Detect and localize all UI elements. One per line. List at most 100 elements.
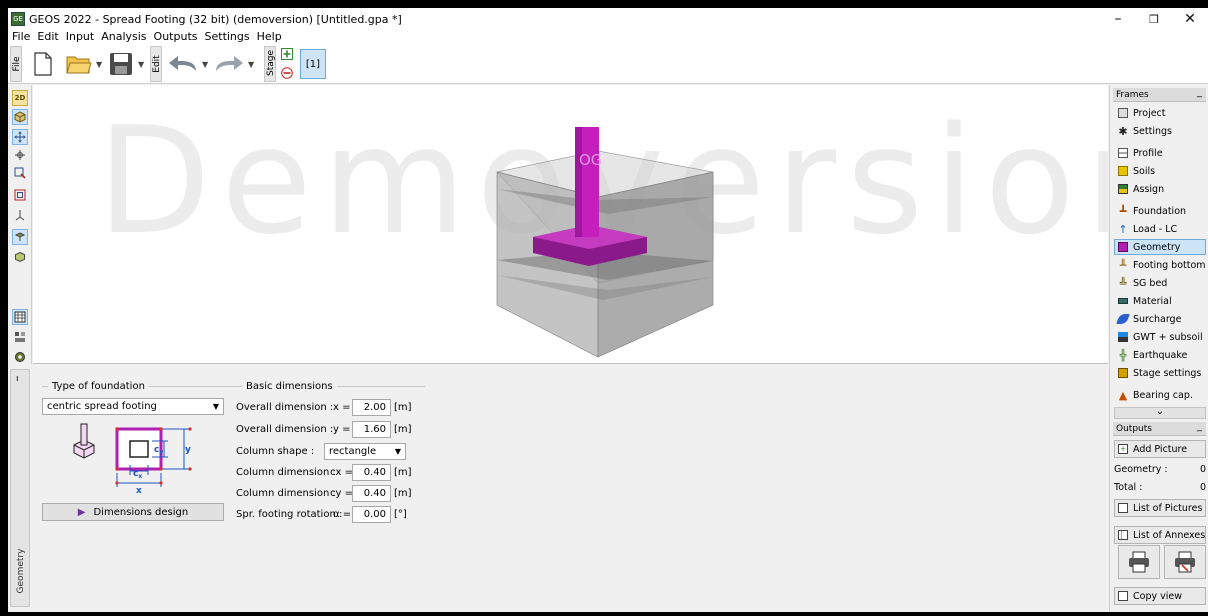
redo-dropdown-arrow-icon[interactable]: ▼ bbox=[248, 60, 254, 69]
undo-dropdown-arrow-icon[interactable]: ▼ bbox=[202, 60, 208, 69]
add-picture-button[interactable]: + Add Picture bbox=[1114, 440, 1206, 458]
zoom-extents-button[interactable] bbox=[12, 187, 28, 203]
frame-stage-settings[interactable]: Stage settings bbox=[1114, 365, 1206, 381]
frame-footing-bottom[interactable]: ╨ Footing bottom bbox=[1114, 257, 1206, 273]
redo-button[interactable] bbox=[214, 52, 244, 76]
zoom-window-button[interactable] bbox=[12, 165, 28, 181]
frame-bearing-cap-label: Bearing cap. bbox=[1133, 389, 1193, 401]
frames-minimize-button[interactable]: _ bbox=[1197, 86, 1202, 100]
print-to-file-button[interactable] bbox=[1164, 545, 1206, 579]
footing-rotation-unit: [°] bbox=[394, 509, 407, 520]
view-tools-strip: 2D bbox=[8, 85, 32, 364]
open-file-button[interactable] bbox=[66, 50, 92, 78]
open-dropdown-arrow-icon[interactable]: ▼ bbox=[96, 60, 102, 69]
printer-icon bbox=[1129, 551, 1149, 573]
column-shape-select[interactable]: rectangle ▼ bbox=[324, 443, 406, 460]
frame-profile[interactable]: Profile bbox=[1114, 145, 1206, 161]
rotate-view-button[interactable] bbox=[12, 147, 28, 163]
frame-gwt-subsoil[interactable]: GWT + subsoil bbox=[1114, 329, 1206, 345]
frame-project[interactable]: Project bbox=[1114, 105, 1206, 121]
styles-button[interactable] bbox=[12, 329, 28, 345]
footing-rotation-input[interactable]: 0.00 bbox=[352, 506, 391, 523]
frames-scroll-down-button[interactable]: ⌄ bbox=[1114, 407, 1206, 419]
view-3d-button[interactable] bbox=[12, 109, 28, 125]
foundation-type-value: centric spread footing bbox=[47, 401, 157, 412]
new-file-button[interactable] bbox=[32, 50, 54, 78]
list-of-pictures-button[interactable]: List of Pictures bbox=[1114, 499, 1206, 517]
geometry-side-tab[interactable]: ı Geometry bbox=[10, 369, 30, 607]
frame-soils[interactable]: Soils bbox=[1114, 163, 1206, 179]
save-disk-icon bbox=[110, 53, 132, 75]
table-view-button[interactable] bbox=[12, 309, 28, 325]
column-shaft-side bbox=[575, 127, 582, 237]
view-settings-button[interactable] bbox=[12, 349, 28, 365]
menu-help[interactable]: Help bbox=[257, 30, 282, 44]
save-dropdown-arrow-icon[interactable]: ▼ bbox=[138, 60, 144, 69]
menu-settings[interactable]: Settings bbox=[205, 30, 250, 44]
type-of-foundation-title: Type of foundation bbox=[52, 381, 145, 392]
view-top-icon bbox=[14, 232, 26, 241]
frame-earthquake[interactable]: ╬ Earthquake bbox=[1114, 347, 1206, 363]
restore-button[interactable]: ❐ bbox=[1136, 8, 1172, 30]
diagram-label-cx-sub: x bbox=[138, 473, 142, 480]
foundation-type-select[interactable]: centric spread footing ▼ bbox=[42, 398, 224, 415]
menu-edit[interactable]: Edit bbox=[37, 30, 58, 44]
list-of-annexes-button[interactable]: List of Annexes bbox=[1114, 526, 1206, 544]
frame-material-label: Material bbox=[1133, 295, 1172, 307]
column-dimension-cx-input[interactable]: 0.40 bbox=[352, 464, 391, 481]
add-stage-button[interactable] bbox=[280, 47, 294, 61]
outputs-minimize-button[interactable]: _ bbox=[1197, 420, 1202, 434]
frame-profile-label: Profile bbox=[1133, 147, 1163, 159]
close-button[interactable]: ✕ bbox=[1172, 8, 1208, 30]
view-iso-button[interactable] bbox=[12, 249, 28, 265]
menu-file[interactable]: File bbox=[12, 30, 30, 44]
bearing-cap-icon: ▲ bbox=[1118, 388, 1128, 402]
view-top-button[interactable] bbox=[12, 229, 28, 245]
frame-material[interactable]: Material bbox=[1114, 293, 1206, 309]
menu-outputs[interactable]: Outputs bbox=[154, 30, 198, 44]
frame-assign[interactable]: Assign bbox=[1114, 181, 1206, 197]
stage-1-button[interactable]: [1] bbox=[300, 49, 326, 79]
add-picture-label: Add Picture bbox=[1133, 443, 1188, 455]
frame-soils-label: Soils bbox=[1133, 165, 1156, 177]
view-2d-button[interactable]: 2D bbox=[12, 90, 28, 106]
dimensions-design-button[interactable]: ▶ Dimensions design bbox=[42, 503, 224, 521]
gear-icon: ✱ bbox=[1118, 124, 1128, 138]
model-label-og: OG bbox=[579, 151, 602, 169]
print-button[interactable] bbox=[1118, 545, 1160, 579]
total-picture-count: Total : 0 bbox=[1114, 482, 1206, 493]
dimensions-design-label: Dimensions design bbox=[93, 506, 189, 518]
frame-bearing-cap[interactable]: ▲ Bearing cap. bbox=[1114, 387, 1206, 403]
redo-arrow-icon bbox=[216, 56, 243, 71]
pin-icon[interactable]: ı bbox=[16, 374, 19, 384]
sg-bed-icon: ╩ bbox=[1119, 276, 1127, 290]
save-file-button[interactable] bbox=[108, 50, 134, 78]
minimize-button[interactable]: – bbox=[1100, 8, 1136, 30]
column-dimension-cy-input[interactable]: 0.40 bbox=[352, 485, 391, 502]
earthquake-icon: ╬ bbox=[1119, 348, 1127, 362]
copy-view-button[interactable]: Copy view bbox=[1114, 587, 1206, 605]
axis-view-button[interactable] bbox=[12, 207, 28, 223]
frame-geometry[interactable]: Geometry bbox=[1114, 239, 1206, 255]
menu-analysis[interactable]: Analysis bbox=[101, 30, 146, 44]
undo-button[interactable] bbox=[168, 52, 198, 76]
overall-dimension-x-var: x = bbox=[333, 402, 351, 413]
copy-view-icon bbox=[1118, 591, 1128, 601]
menu-input[interactable]: Input bbox=[66, 30, 94, 44]
model-label-s: S bbox=[600, 188, 606, 198]
frame-sg-bed[interactable]: ╩ SG bed bbox=[1114, 275, 1206, 291]
frame-load-lc[interactable]: ↑ Load - LC bbox=[1114, 221, 1206, 237]
move-view-button[interactable] bbox=[12, 129, 28, 145]
frame-surcharge[interactable]: Surcharge bbox=[1114, 311, 1206, 327]
frame-foundation[interactable]: ┻ Foundation bbox=[1114, 203, 1206, 219]
material-icon bbox=[1118, 298, 1128, 304]
remove-stage-button[interactable] bbox=[280, 66, 294, 80]
pictures-list-icon bbox=[1118, 503, 1128, 513]
overall-dimension-y-input[interactable]: 1.60 bbox=[352, 421, 391, 438]
list-of-annexes-label: List of Annexes bbox=[1133, 529, 1206, 541]
frame-settings[interactable]: ✱ Settings bbox=[1114, 123, 1206, 139]
plus-icon bbox=[281, 48, 293, 60]
overall-dimension-x-input[interactable]: 2.00 bbox=[352, 399, 391, 416]
model-viewport[interactable]: Demoversion OG S bbox=[33, 85, 1108, 364]
footing-rotation-var: α = bbox=[333, 509, 352, 520]
